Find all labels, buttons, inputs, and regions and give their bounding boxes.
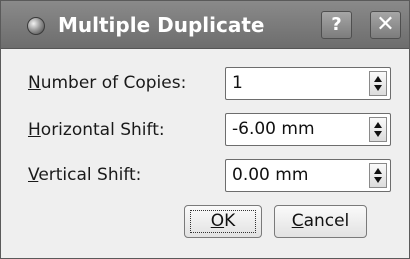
vertical-shift-input[interactable]: 0.00 mm (232, 160, 308, 191)
cancel-button[interactable]: Cancel (274, 205, 367, 238)
label-text: ertical Shift: (38, 165, 142, 185)
spin-arrows[interactable] (369, 71, 387, 96)
number-of-copies-label: Number of Copies: (28, 71, 186, 95)
horizontal-shift-spinbox[interactable]: -6.00 mm (225, 113, 391, 146)
number-of-copies-input[interactable]: 1 (232, 68, 243, 99)
mnemonic-letter: C (291, 211, 304, 231)
app-icon (27, 17, 45, 35)
mnemonic-letter: N (28, 73, 41, 93)
window-title: Multiple Duplicate (58, 13, 265, 37)
number-of-copies-spinbox[interactable]: 1 (225, 67, 391, 100)
horizontal-shift-input[interactable]: -6.00 mm (232, 114, 315, 145)
spin-arrows[interactable] (369, 117, 387, 142)
spin-arrows[interactable] (369, 163, 387, 188)
increment-arrow-icon[interactable] (374, 168, 382, 174)
label-text: umber of Copies: (40, 73, 187, 93)
title-bar[interactable]: Multiple Duplicate ? ✕ (1, 1, 409, 49)
vertical-shift-spinbox[interactable]: 0.00 mm (225, 159, 391, 192)
vertical-shift-label: Vertical Shift: (28, 163, 141, 187)
decrement-arrow-icon[interactable] (374, 131, 382, 137)
increment-arrow-icon[interactable] (374, 122, 382, 128)
multiple-duplicate-dialog: Multiple Duplicate ? ✕ Number of Copies:… (0, 0, 410, 259)
mnemonic-letter: H (28, 120, 41, 140)
horizontal-shift-label: Horizontal Shift: (28, 118, 165, 142)
close-icon[interactable]: ✕ (370, 11, 401, 39)
decrement-arrow-icon[interactable] (374, 177, 382, 183)
focus-indicator (190, 210, 256, 233)
decrement-arrow-icon[interactable] (374, 85, 382, 91)
mnemonic-letter: V (28, 165, 39, 185)
button-label: ancel (303, 211, 350, 231)
increment-arrow-icon[interactable] (374, 76, 382, 82)
ok-button[interactable]: OK (184, 205, 262, 238)
label-text: orizontal Shift: (40, 120, 165, 140)
help-button[interactable]: ? (321, 11, 352, 39)
